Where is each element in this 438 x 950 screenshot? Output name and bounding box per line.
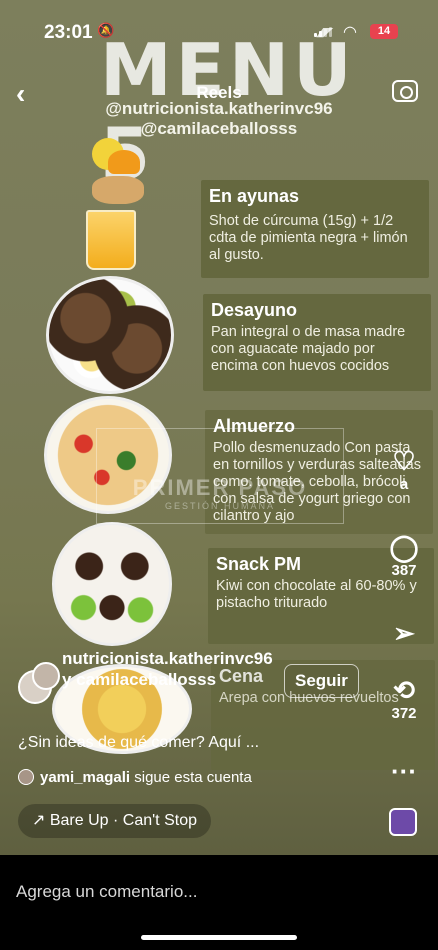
wifi-icon: ◠ [343,24,357,41]
bell-slash-icon: 🔕 [97,22,115,38]
breakfast-image [46,276,174,394]
snack-image [52,522,172,646]
menu-card-text: Kiwi con chocolate al 60-80% y pistacho … [216,578,417,611]
menu-card-en-ayunas: En ayunas Shot de cúrcuma (15g) + 1/2 cd… [201,180,429,278]
comment-button[interactable]: ◯ 387 [380,532,428,579]
author-name[interactable]: nutricionista.katherinvc96 y camilacebal… [62,648,273,690]
comment-count: 387 [391,562,417,579]
menu-card-title: En ayunas [209,186,300,206]
audio-track-label: Bare Up · Can't Stop [49,812,197,829]
status-time: 23:01 [44,22,93,43]
audio-thumbnail[interactable] [389,808,417,836]
comment-bubble-icon: ◯ [389,532,419,562]
repost-icon: ⟲ [393,675,415,705]
like-count: a [399,476,409,493]
post-caption[interactable]: ¿Sin ideas de qué comer? Aquí ... [18,734,259,752]
reel-video[interactable]: 23:01 🔕 ◠ 14 MENÚ 5 ‹ Reels @nutricionis… [0,0,438,855]
more-dots-icon: ··· [391,756,417,786]
orange-illustration [108,150,140,174]
follow-button[interactable]: Seguir [284,664,359,698]
watermark-line-2: GESTIÓN HUMANA [164,501,275,511]
heart-icon: ♡ [392,446,416,476]
share-button[interactable]: ➢ [380,618,428,648]
like-button[interactable]: ♡ a [380,446,428,493]
repost-button[interactable]: ⟲ 372 [380,675,428,722]
watermark-line-1: PRIMER PASO [132,475,308,500]
home-indicator[interactable] [141,935,297,940]
send-icon: ➢ [393,618,415,648]
follower-text: sigue esta cuenta [134,769,252,786]
follower-avatar [18,769,34,785]
menu-card-text: Pan integral o de masa madre con aguacat… [211,324,406,374]
signal-icon [314,27,332,37]
juice-glass-illustration [86,210,136,270]
battery-icon: 14 [370,24,398,39]
status-bar: 23:01 🔕 ◠ 14 [0,0,438,54]
menu-card-title: Desayuno [211,300,298,320]
handle-2: @camilaceballosss [140,119,298,138]
more-options-button[interactable]: ··· [380,756,428,786]
follower-row[interactable]: yami_magali sigue esta cuenta [18,769,252,786]
handle-1: @nutricionista.katherinvc96 [105,99,333,118]
repost-count: 372 [391,705,417,722]
comment-input[interactable]: Agrega un comentario... [16,882,197,902]
audio-track-button[interactable]: ↗ Bare Up · Can't Stop [18,804,211,838]
follower-name: yami_magali [40,769,131,786]
arrow-up-right-icon: ↗ [32,812,46,829]
ginger-illustration [92,176,144,204]
menu-card-desayuno: Desayuno Pan integral o de masa madre co… [203,294,431,391]
watermark-logo: PRIMER PASO GESTIÓN HUMANA [96,428,344,524]
menu-card-text: Shot de cúrcuma (15g) + 1/2 cdta de pimi… [209,213,408,263]
avatar-secondary[interactable] [32,662,60,690]
